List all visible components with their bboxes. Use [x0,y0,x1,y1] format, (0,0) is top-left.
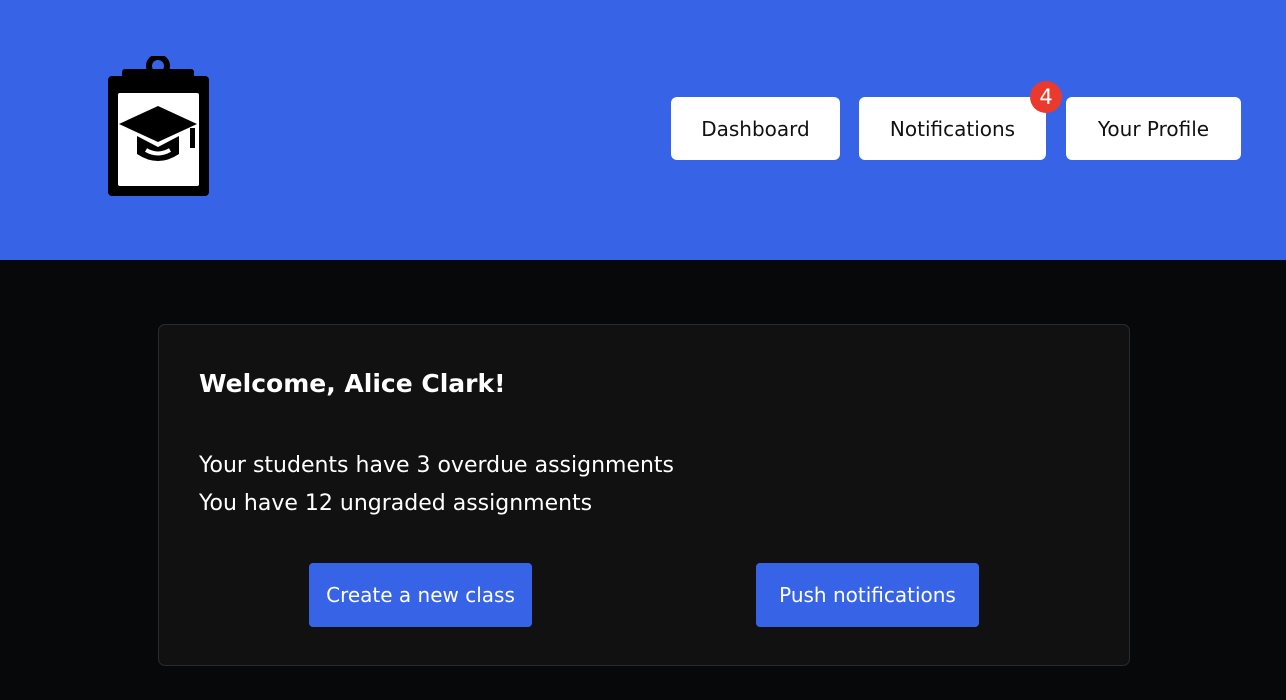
top-header: Dashboard Notifications 4 Your Profile [0,0,1286,260]
clipboard-graduation-cap-icon [108,56,209,196]
welcome-heading: Welcome, Alice Clark! [199,369,506,398]
dashboard-button[interactable]: Dashboard [671,97,840,160]
your-profile-button[interactable]: Your Profile [1066,97,1241,160]
create-new-class-button[interactable]: Create a new class [309,563,532,627]
notifications-button[interactable]: Notifications [859,97,1046,160]
push-notifications-button[interactable]: Push notifications [756,563,979,627]
ungraded-assignments-text: You have 12 ungraded assignments [199,491,593,516]
overdue-assignments-text: Your students have 3 overdue assignments [199,453,675,478]
notifications-count-badge: 4 [1030,81,1062,113]
welcome-card: Welcome, Alice Clark! Your students have… [158,324,1130,666]
